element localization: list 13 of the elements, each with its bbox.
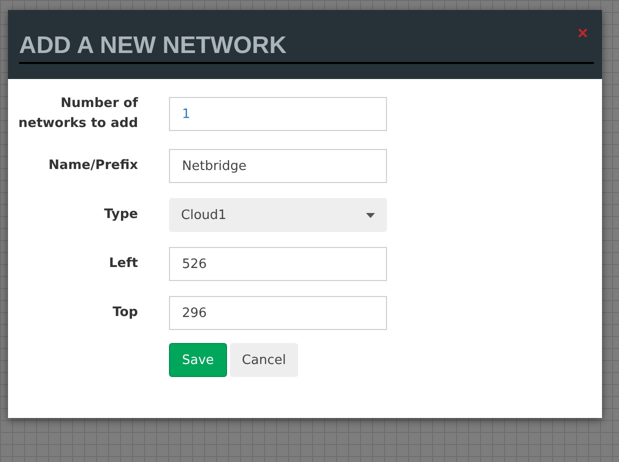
caret-icon xyxy=(366,212,375,218)
input-field[interactable]: 1 xyxy=(169,97,387,131)
field-label: Top xyxy=(112,304,138,322)
field-label: Name/Prefix xyxy=(47,157,138,175)
select-value: Cloud1 xyxy=(181,208,226,222)
field-label: Type xyxy=(103,206,138,224)
field-label: Number of networks to add xyxy=(17,95,138,133)
cancel-button[interactable]: Cancel xyxy=(230,343,298,377)
input-field[interactable]: 526 xyxy=(169,247,387,281)
field-label: Left xyxy=(108,255,138,273)
input-field[interactable]: 296 xyxy=(169,296,387,330)
input-field[interactable]: Netbridge xyxy=(169,149,387,183)
type-select[interactable]: Cloud1 xyxy=(169,198,387,232)
